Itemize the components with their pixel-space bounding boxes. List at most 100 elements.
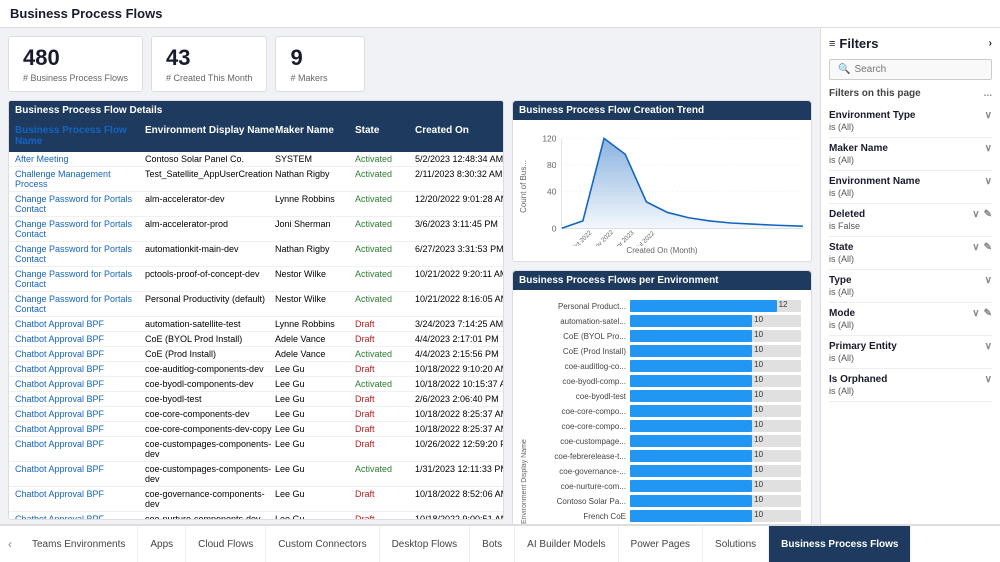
filter-edit-icon-4[interactable]: ✎	[984, 242, 992, 253]
top-bar: Business Process Flows	[0, 0, 1000, 28]
bar-row: coe-byodl-test 10	[530, 390, 801, 402]
cell-state-7: Draft	[355, 319, 415, 329]
cell-created-1: 2/11/2023 8:30:32 AM	[415, 169, 503, 189]
cell-created-7: 3/24/2023 7:14:25 AM	[415, 319, 503, 329]
nav-tab-teams-environments[interactable]: Teams Environments	[20, 526, 138, 562]
filter-chevron-icon-2[interactable]: ∨	[985, 176, 992, 187]
filter-chevron-icon-1[interactable]: ∨	[985, 143, 992, 154]
table-row[interactable]: Chatbot Approval BPF CoE (BYOL Prod Inst…	[9, 332, 503, 347]
filter-chevron-icon-4[interactable]: ∨	[972, 242, 979, 253]
table-row[interactable]: Chatbot Approval BPF coe-byodl-component…	[9, 377, 503, 392]
table-container: Business Process Flow Details Business P…	[8, 100, 504, 520]
cell-env-17: coe-governance-components-dev	[145, 489, 275, 509]
table-row[interactable]: Change Password for Portals Contact alm-…	[9, 192, 503, 217]
cell-env-3: alm-accelerator-prod	[145, 219, 275, 239]
filter-label-5: Type ∨	[829, 275, 992, 286]
cell-state-15: Draft	[355, 439, 415, 459]
svg-text:Nov 2022: Nov 2022	[591, 229, 615, 246]
bar-track-6: 10	[630, 390, 801, 402]
table-row[interactable]: Chatbot Approval BPF coe-custompages-com…	[9, 437, 503, 462]
filter-item-7: Primary Entity ∨ is (All)	[829, 336, 992, 369]
bar-value-4: 10	[752, 360, 763, 369]
cell-created-3: 3/6/2023 3:11:45 PM	[415, 219, 503, 239]
filter-chevron-icon-7[interactable]: ∨	[985, 341, 992, 352]
cell-state-8: Draft	[355, 334, 415, 344]
cell-name-18: Chatbot Approval BPF	[15, 514, 145, 520]
nav-tab-business-process-flows[interactable]: Business Process Flows	[769, 526, 911, 562]
nav-tab-custom-connectors[interactable]: Custom Connectors	[266, 526, 379, 562]
nav-tab-apps[interactable]: Apps	[138, 526, 186, 562]
table-row[interactable]: Chatbot Approval BPF CoE (Prod Install) …	[9, 347, 503, 362]
table-row[interactable]: Chatbot Approval BPF automation-satellit…	[9, 317, 503, 332]
col-header-name: Business Process Flow Name	[15, 125, 145, 147]
nav-tab-bots[interactable]: Bots	[470, 526, 515, 562]
stat-card-0: 480# Business Process Flows	[8, 36, 143, 92]
nav-tab-ai-builder-models[interactable]: AI Builder Models	[515, 526, 618, 562]
table-row[interactable]: Chatbot Approval BPF coe-custompages-com…	[9, 462, 503, 487]
cell-name-5: Change Password for Portals Contact	[15, 269, 145, 289]
cell-state-6: Activated	[355, 294, 415, 314]
filter-chevron-icon-5[interactable]: ∨	[985, 275, 992, 286]
table-row[interactable]: Chatbot Approval BPF coe-core-components…	[9, 407, 503, 422]
bar-label-10: coe-febrerelease-t...	[530, 452, 630, 461]
nav-tab-desktop-flows[interactable]: Desktop Flows	[380, 526, 471, 562]
table-row[interactable]: After Meeting Contoso Solar Panel Co. SY…	[9, 152, 503, 167]
filter-item-3: Deleted ∨ ✎ is False	[829, 204, 992, 237]
cell-created-12: 2/6/2023 2:06:40 PM	[415, 394, 503, 404]
cell-name-2: Change Password for Portals Contact	[15, 194, 145, 214]
table-row[interactable]: Change Password for Portals Contact pcto…	[9, 267, 503, 292]
content-area: 480# Business Process Flows43# Created T…	[0, 28, 820, 524]
bar-row: French CoE 10	[530, 510, 801, 522]
bar-track-8: 10	[630, 420, 801, 432]
table-row[interactable]: Change Password for Portals Contact Pers…	[9, 292, 503, 317]
filters-title: ≡ Filters ›	[829, 36, 992, 51]
cell-state-9: Activated	[355, 349, 415, 359]
table-body[interactable]: After Meeting Contoso Solar Panel Co. SY…	[9, 152, 503, 520]
bar-track-3: 10	[630, 345, 801, 357]
cell-env-7: automation-satellite-test	[145, 319, 275, 329]
svg-text:40: 40	[547, 186, 557, 196]
table-row[interactable]: Chatbot Approval BPF coe-nurture-compone…	[9, 512, 503, 520]
bar-fill-7	[630, 405, 752, 417]
right-panel: Business Process Flow Creation Trend Cou…	[512, 100, 812, 520]
nav-tab-cloud-flows[interactable]: Cloud Flows	[186, 526, 266, 562]
cell-name-9: Chatbot Approval BPF	[15, 349, 145, 359]
filter-chevron-icon-6[interactable]: ∨	[972, 308, 979, 319]
table-row[interactable]: Challenge Management Process Test_Satell…	[9, 167, 503, 192]
cell-name-16: Chatbot Approval BPF	[15, 464, 145, 484]
bar-label-11: coe-governance-...	[530, 467, 630, 476]
table-row[interactable]: Chatbot Approval BPF coe-byodl-test Lee …	[9, 392, 503, 407]
cell-maker-3: Joni Sherman	[275, 219, 355, 239]
bar-fill-6	[630, 390, 752, 402]
nav-tab-solutions[interactable]: Solutions	[703, 526, 769, 562]
cell-env-11: coe-byodl-components-dev	[145, 379, 275, 389]
filter-value-0: is (All)	[829, 122, 992, 132]
svg-text:Jul 2022: Jul 2022	[634, 230, 656, 246]
filter-label-2: Environment Name ∨	[829, 176, 992, 187]
table-row[interactable]: Change Password for Portals Contact alm-…	[9, 217, 503, 242]
table-row[interactable]: Chatbot Approval BPF coe-governance-comp…	[9, 487, 503, 512]
filter-label-4: State ∨ ✎	[829, 242, 992, 253]
filter-label-6: Mode ∨ ✎	[829, 308, 992, 319]
filter-edit-icon-6[interactable]: ✎	[984, 308, 992, 319]
bar-value-9: 10	[752, 435, 763, 444]
table-row[interactable]: Chatbot Approval BPF coe-auditlog-compon…	[9, 362, 503, 377]
cell-env-13: coe-core-components-dev	[145, 409, 275, 419]
cell-created-0: 5/2/2023 12:48:34 AM	[415, 154, 503, 164]
bar-value-3: 10	[752, 345, 763, 354]
nav-tab-power-pages[interactable]: Power Pages	[619, 526, 703, 562]
filter-chevron-icon-3[interactable]: ∨	[972, 209, 979, 220]
table-row[interactable]: Chatbot Approval BPF coe-core-components…	[9, 422, 503, 437]
filter-chevron-icon-0[interactable]: ∨	[985, 110, 992, 121]
search-input[interactable]	[854, 64, 983, 75]
filter-chevron-icon-8[interactable]: ∨	[985, 374, 992, 385]
filter-edit-icon-3[interactable]: ✎	[984, 209, 992, 220]
page-title: Business Process Flows	[10, 6, 162, 21]
filter-item-0: Environment Type ∨ is (All)	[829, 105, 992, 138]
filter-item-5: Type ∨ is (All)	[829, 270, 992, 303]
search-box[interactable]: 🔍	[829, 59, 992, 80]
cell-maker-12: Lee Gu	[275, 394, 355, 404]
nav-left-arrow[interactable]: ‹	[0, 526, 20, 562]
table-row[interactable]: Change Password for Portals Contact auto…	[9, 242, 503, 267]
filters-expand-icon[interactable]: ›	[989, 38, 992, 49]
